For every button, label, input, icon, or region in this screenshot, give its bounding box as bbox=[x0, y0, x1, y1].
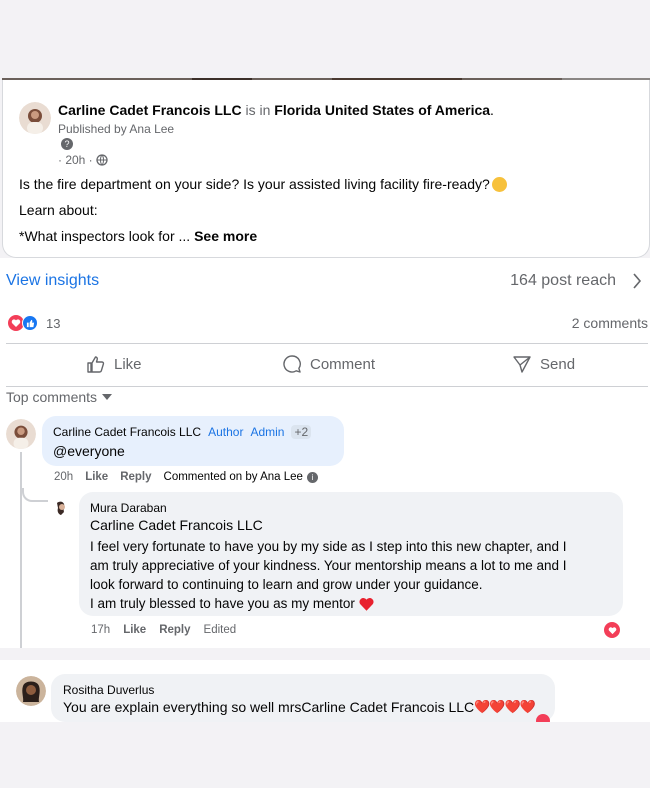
is-in-text: is in bbox=[245, 102, 271, 118]
comment-author[interactable]: Carline Cadet Francois LLC bbox=[53, 425, 201, 439]
edited-label: Edited bbox=[203, 624, 237, 636]
reply-line-1: I feel very fortunate to have you by my … bbox=[90, 539, 567, 554]
more-badges[interactable]: +2 bbox=[291, 425, 312, 439]
comment2-hearts: ❤️❤️❤️❤️ bbox=[474, 699, 536, 714]
commenter-avatar[interactable] bbox=[6, 419, 36, 449]
post-body-text1: Is the fire department on your side? Is … bbox=[19, 176, 490, 192]
thumbs-up-icon bbox=[87, 356, 105, 373]
reply-line-4-row: I am truly blessed to have you as my men… bbox=[90, 594, 567, 613]
reaction-count: 13 bbox=[46, 315, 61, 331]
reactions-summary[interactable]: 13 bbox=[8, 315, 60, 331]
commenter-avatar-2[interactable] bbox=[16, 676, 46, 706]
comments-count[interactable]: 2 comments bbox=[572, 315, 648, 331]
comment-card-2: Rositha Duverlus You are explain everyth… bbox=[0, 660, 650, 728]
comment-reply-link[interactable]: Reply bbox=[120, 471, 151, 483]
reply-line-2: am truly appreciative of your kindness. … bbox=[90, 558, 567, 573]
view-insights-link[interactable]: View insights bbox=[6, 272, 99, 290]
like-label: Like bbox=[114, 355, 142, 373]
comment-bubble: Carline Cadet Francois LLC Author Admin … bbox=[42, 416, 344, 466]
comments-filter-label: Top comments bbox=[6, 389, 98, 405]
post-body-line2: Learn about: bbox=[19, 202, 98, 218]
commented-on-by-label: Commented on by bbox=[163, 471, 258, 483]
comment2-text-row: You are explain everything so well mrs C… bbox=[63, 699, 536, 715]
comment-text: @everyone bbox=[53, 443, 125, 459]
post-card: Carline Cadet Francois LLC is in Florida… bbox=[2, 80, 650, 258]
divider bbox=[6, 343, 648, 344]
post-body-text3: *What inspectors look for ... bbox=[19, 228, 195, 244]
post-time-row: · 20h · bbox=[58, 153, 108, 167]
reply-text: I feel very fortunate to have you by my … bbox=[90, 537, 567, 613]
post-body-line1: Is the fire department on your side? Is … bbox=[19, 176, 507, 192]
reply-author[interactable]: Mura Daraban bbox=[90, 501, 167, 515]
commented-by-name[interactable]: Ana Lee bbox=[260, 471, 303, 483]
help-icon[interactable]: ? bbox=[61, 138, 73, 150]
reply-mention[interactable]: Carline Cadet Francois LLC bbox=[90, 517, 263, 533]
comment-bubble-icon bbox=[283, 355, 301, 373]
comment-author-row: Carline Cadet Francois LLC Author Admin … bbox=[53, 425, 312, 439]
reply-actions: 17h Like Reply Edited bbox=[91, 624, 236, 636]
thread-connector bbox=[20, 452, 22, 648]
published-by[interactable]: Published by Ana Lee bbox=[58, 122, 174, 136]
location-link[interactable]: Florida United States of America bbox=[274, 102, 490, 118]
comment-bubble-2: Rositha Duverlus You are explain everyth… bbox=[51, 674, 555, 722]
caret-down-icon bbox=[102, 394, 113, 400]
comment2-mention[interactable]: Carline Cadet Francois LLC bbox=[301, 699, 474, 715]
page-background-bottom bbox=[0, 722, 650, 788]
post-time[interactable]: · 20h · bbox=[58, 153, 93, 167]
info-icon[interactable]: i bbox=[306, 471, 318, 483]
replier-avatar[interactable] bbox=[50, 498, 72, 520]
thinking-emoji-icon bbox=[491, 176, 507, 192]
reply-time[interactable]: 17h bbox=[91, 624, 110, 636]
reply-love-reaction-icon[interactable] bbox=[604, 622, 620, 638]
see-more-link[interactable]: See more bbox=[194, 228, 257, 244]
like-button[interactable]: Like bbox=[86, 354, 142, 374]
chevron-right-icon[interactable] bbox=[632, 273, 642, 289]
post-reach[interactable]: 164 post reach bbox=[510, 272, 616, 290]
comment-actions: 20h Like Reply Commented on by Ana Lee i bbox=[54, 471, 318, 483]
send-button[interactable]: Send bbox=[512, 354, 575, 374]
comment2-author[interactable]: Rositha Duverlus bbox=[63, 683, 154, 697]
comment-time[interactable]: 20h bbox=[54, 471, 73, 483]
reply-line-3: look forward to continuing to learn and … bbox=[90, 577, 483, 592]
red-heart-icon bbox=[359, 597, 374, 611]
reply-line-4: I am truly blessed to have you as my men… bbox=[90, 596, 355, 611]
author-badge: Author bbox=[208, 425, 244, 439]
comment-button[interactable]: Comment bbox=[282, 354, 375, 374]
admin-badge: Admin bbox=[250, 425, 285, 439]
page-avatar[interactable] bbox=[19, 102, 51, 134]
send-label: Send bbox=[540, 355, 576, 373]
post-engagement-area: View insights 164 post reach 13 2 commen… bbox=[0, 258, 650, 648]
comment2-text: You are explain everything so well mrs bbox=[63, 699, 302, 715]
post-body-line3: *What inspectors look for ... See more bbox=[19, 228, 257, 244]
page-name-link[interactable]: Carline Cadet Francois LLC bbox=[58, 102, 242, 118]
comment-like-link[interactable]: Like bbox=[85, 471, 108, 483]
like-reaction-icon bbox=[22, 315, 38, 331]
reply-connector bbox=[22, 488, 48, 502]
comments-filter[interactable]: Top comments bbox=[6, 389, 113, 405]
comment-label: Comment bbox=[310, 355, 376, 373]
location-suffix: . bbox=[490, 102, 494, 118]
send-icon bbox=[513, 356, 531, 373]
post-header-line: Carline Cadet Francois LLC is in Florida… bbox=[58, 102, 494, 118]
reply-bubble: Mura Daraban Carline Cadet Francois LLC … bbox=[79, 492, 623, 616]
globe-icon bbox=[96, 154, 108, 166]
divider bbox=[6, 386, 648, 387]
reply-reply-link[interactable]: Reply bbox=[159, 624, 190, 636]
commented-on-by: Commented on by Ana Lee bbox=[164, 471, 303, 483]
reply-like-link[interactable]: Like bbox=[123, 624, 146, 636]
